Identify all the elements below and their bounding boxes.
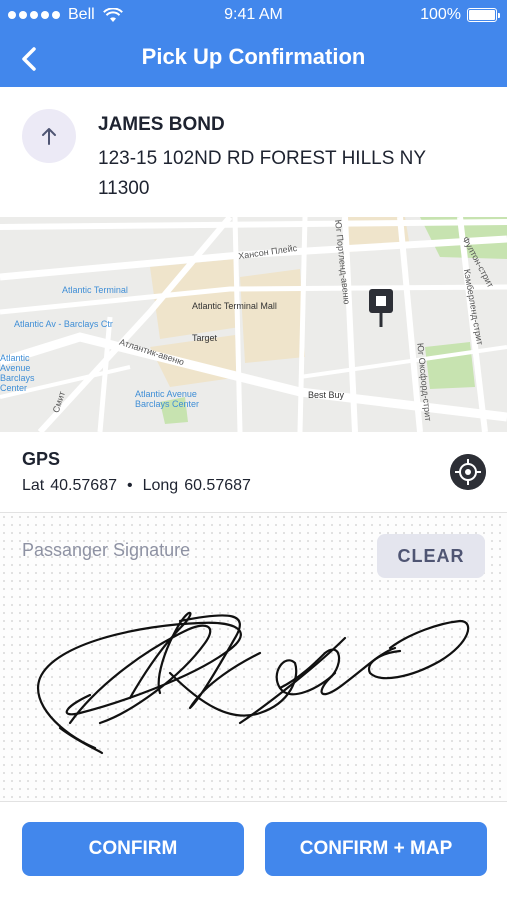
pickup-direction — [22, 109, 76, 163]
lat-label: Lat — [22, 477, 45, 494]
gps-coordinates: Lat 40.57687 • Long 60.57687 — [22, 477, 251, 495]
map-poi-label: Atlantic Terminal — [62, 285, 128, 295]
gps-section: GPS Lat 40.57687 • Long 60.57687 — [0, 432, 507, 512]
passenger-address: 123-15 102ND RD FOREST HILLS NY 11300 — [98, 148, 426, 199]
passenger-card: JAMES BOND 123-15 102ND RD FOREST HILLS … — [0, 87, 507, 217]
passenger-name: JAMES BOND — [98, 114, 225, 135]
long-value: 60.57687 — [184, 477, 251, 494]
gps-title: GPS — [22, 449, 61, 469]
status-bar: Bell 9:41 AM 100% — [0, 0, 507, 32]
map-poi-label: Target — [192, 333, 218, 343]
map-view[interactable]: Хансон Плейс Атлантик-авеню Фултон-стрит… — [0, 217, 507, 432]
long-label: Long — [142, 477, 179, 494]
map-poi-label: Atlantic Av - Barclays Ctr — [14, 319, 113, 329]
map-poi-label: Best Buy — [308, 390, 345, 400]
nav-bar: Pick Up Confirmation — [0, 32, 507, 87]
page-title: Pick Up Confirmation — [141, 44, 366, 69]
signature-stroke — [37, 611, 470, 755]
battery-icon — [467, 8, 500, 22]
confirm-map-button[interactable]: CONFIRM + MAP — [265, 822, 487, 876]
lat-value: 40.57687 — [50, 477, 117, 494]
header: Bell 9:41 AM 100% Pick Up Confirmation — [0, 0, 507, 87]
crosshair-icon[interactable] — [450, 454, 486, 490]
arrow-up-icon — [42, 128, 56, 145]
map-poi-label: Atlantic Avenue Barclays Center — [0, 353, 35, 393]
battery-percent: 100% — [420, 6, 461, 23]
confirm-button[interactable]: CONFIRM — [22, 822, 244, 876]
map-poi-label: Atlantic Avenue Barclays Center — [135, 389, 200, 409]
coord-separator: • — [126, 477, 133, 494]
map-poi-label: Atlantic Terminal Mall — [192, 301, 277, 311]
signature-pad[interactable]: Passanger Signature CLEAR — [0, 512, 507, 802]
